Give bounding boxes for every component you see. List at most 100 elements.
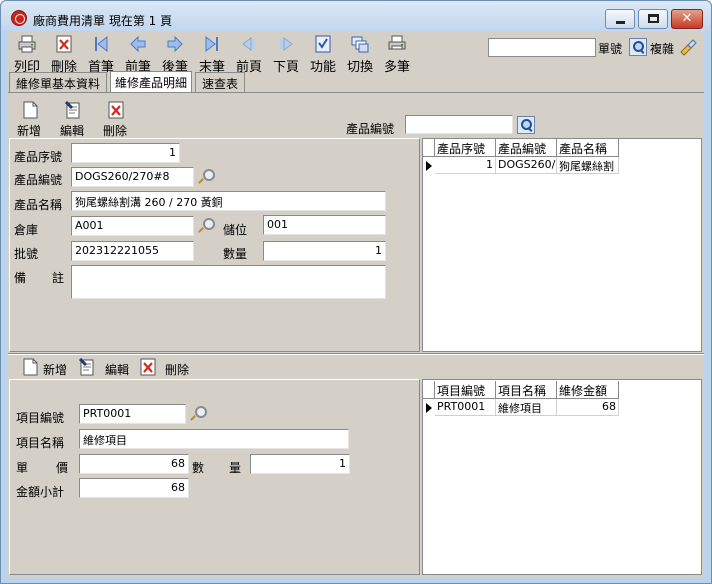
switch-button[interactable]: 切換 [343,34,377,75]
close-icon: ✕ [681,11,693,26]
item-name-field[interactable]: 維修項目 [79,429,349,449]
tab-repair-basic[interactable]: 維修單基本資料 [9,72,107,92]
product-delete-label: 刪除 [102,124,127,138]
product-search-label: 產品編號 [346,122,395,136]
close-button[interactable]: ✕ [671,9,703,29]
product-search-input[interactable] [405,115,513,134]
last-record-icon [205,35,218,53]
remark-label-1: 備 [14,271,27,285]
printer-icon [18,35,36,53]
batch-field[interactable]: 202312221055 [71,241,194,261]
switch-windows-icon [351,36,369,53]
copy-brush-icon[interactable] [678,36,698,56]
next-page-button[interactable]: 下頁 [269,34,303,75]
multi-record-button[interactable]: 多筆 [380,34,414,75]
multi-print-icon [388,35,406,50]
item-name-label: 項目名稱 [16,436,65,450]
subtotal-label: 金額小計 [16,485,65,499]
item-qty-field[interactable]: 1 [250,454,350,474]
product-seq-field[interactable]: 1 [71,143,180,163]
product-grid-cell[interactable]: DOGS260/2 [496,157,557,174]
last-record-button[interactable]: 末筆 [195,34,229,75]
client-area: 列印 刪除 首筆 前筆 後筆 末筆 前頁 下頁 功能 切換 多筆 單號 複雜 維… [8,31,704,577]
item-grid-cell[interactable]: 維修項目 [496,399,557,416]
product-grid-cell[interactable]: 1 [435,157,496,174]
minimize-icon [616,21,625,24]
item-code-label: 項目編號 [16,411,65,425]
multi-record-label: 多筆 [383,60,410,75]
first-record-button[interactable]: 首筆 [84,34,118,75]
location-field[interactable]: 001 [263,215,386,235]
price-label-1: 單 [16,461,29,475]
section-divider [8,353,704,355]
remark-field[interactable] [71,265,386,299]
item-edit-button[interactable]: 編輯 [105,361,129,378]
item-code-lookup-icon[interactable] [189,405,207,423]
prev-page-button[interactable]: 前頁 [232,34,266,75]
title-bar[interactable]: 廠商費用清單 現在第 1 頁 ✕ [1,1,711,31]
item-grid-header-code[interactable]: 項目編號 [435,381,496,399]
app-logo-icon [11,10,27,26]
maximize-icon [648,14,659,23]
prev-record-icon [130,35,146,53]
product-search-button[interactable] [517,116,535,134]
item-grid-header-amount[interactable]: 維修金額 [557,381,619,399]
product-code-field[interactable]: DOGS260/270#8 [71,167,194,187]
row-indicator-icon [426,403,432,413]
item-code-field[interactable]: PRT0001 [79,404,186,424]
print-button[interactable]: 列印 [10,34,44,75]
item-delete-doc-icon[interactable] [139,358,157,376]
remark-label-2: 註 [52,271,65,285]
location-label: 儲位 [223,223,248,237]
product-add-label: 新增 [16,124,41,138]
function-button[interactable]: 功能 [306,34,340,75]
next-record-button[interactable]: 後筆 [158,34,192,75]
product-seq-label: 產品序號 [14,150,63,164]
product-name-field[interactable]: 狗尾螺絲割溝 260 / 270 黃銅 [71,191,386,211]
item-edit-doc-icon[interactable] [78,358,96,376]
warehouse-label: 倉庫 [14,223,39,237]
item-qty-label-1: 數 [192,461,205,475]
first-record-icon [95,35,108,53]
doc-number-label: 單號 [598,42,623,56]
item-add-button[interactable]: 新增 [43,361,67,378]
item-grid-cell[interactable]: PRT0001 [435,399,496,416]
item-grid-cell[interactable]: 68 [557,399,619,416]
tab-quick-lookup[interactable]: 速查表 [195,72,245,92]
product-delete-button[interactable]: 刪除 [98,101,132,138]
product-code-lookup-icon[interactable] [197,168,215,186]
prev-page-icon [242,37,255,51]
minimize-button[interactable] [605,9,635,29]
next-record-icon [167,35,183,53]
product-grid-cell[interactable]: 狗尾螺絲割 [557,157,619,174]
product-grid-header-name[interactable]: 產品名稱 [557,139,619,157]
product-add-button[interactable]: 新增 [12,101,46,138]
product-edit-label: 編輯 [59,124,84,138]
app-window: 廠商費用清單 現在第 1 頁 ✕ 列印 刪除 首筆 前筆 後筆 末筆 前頁 下頁… [0,0,712,584]
product-edit-button[interactable]: 編輯 [55,101,89,138]
product-code-label: 產品編號 [14,173,63,187]
item-form-panel [9,379,420,575]
product-grid-header-seq[interactable]: 產品序號 [435,139,496,157]
subtotal-field[interactable]: 68 [79,478,189,498]
qty-field[interactable]: 1 [263,241,386,261]
warehouse-field[interactable]: A001 [71,216,194,236]
doc-number-input[interactable] [488,38,596,57]
new-doc-icon [23,101,38,119]
maximize-button[interactable] [638,9,668,29]
item-new-doc-icon[interactable] [21,358,39,376]
price-field[interactable]: 68 [79,454,189,474]
prev-record-button[interactable]: 前筆 [121,34,155,75]
tab-repair-products[interactable]: 維修產品明細 [110,71,192,93]
product-grid-corner [423,139,435,157]
warehouse-lookup-icon[interactable] [197,217,215,235]
delete-button[interactable]: 刪除 [47,34,81,75]
next-page-icon [280,37,293,51]
item-grid-header-name[interactable]: 項目名稱 [496,381,557,399]
item-qty-label-2: 量 [229,461,242,475]
delete-doc-icon [56,35,72,53]
qty-label: 數量 [223,247,248,261]
doc-search-button[interactable] [629,38,647,56]
product-grid-header-code[interactable]: 產品編號 [496,139,557,157]
item-delete-button[interactable]: 刪除 [165,361,189,378]
